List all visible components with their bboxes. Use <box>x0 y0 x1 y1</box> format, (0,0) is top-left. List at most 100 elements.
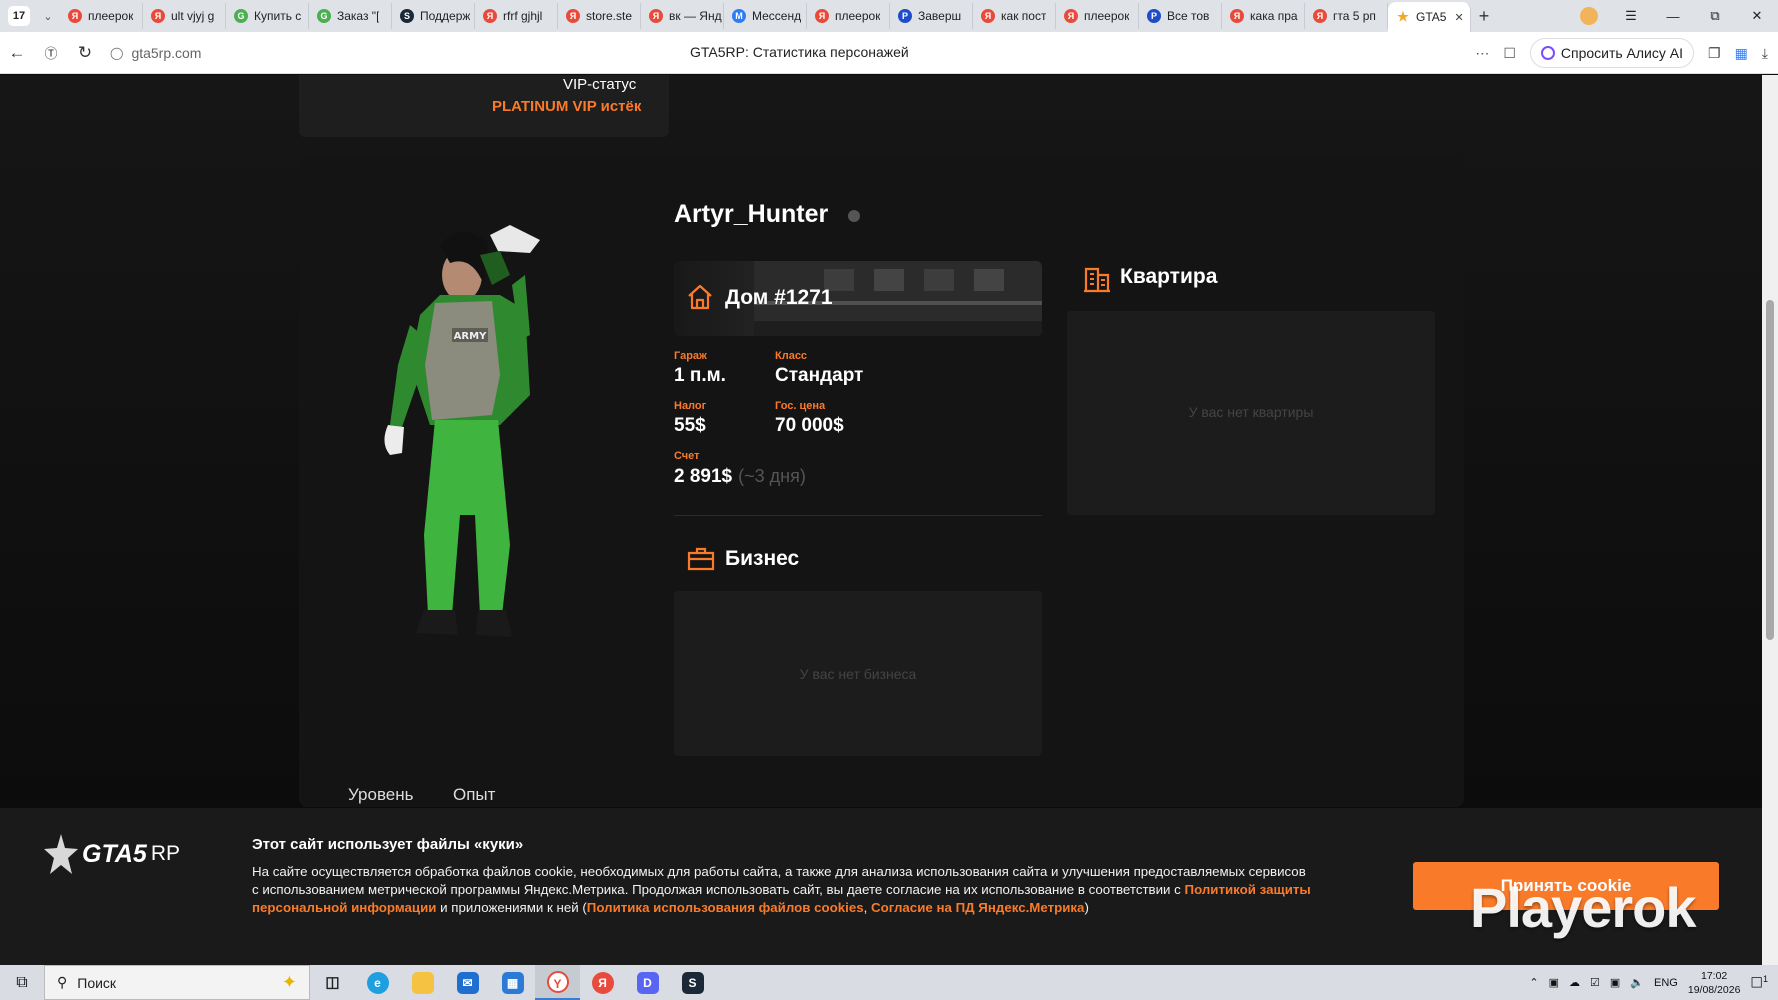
reload-icon[interactable]: ↻ <box>68 43 102 63</box>
alice-label: Спросить Алису AI <box>1560 45 1683 61</box>
tray-chevron-icon[interactable]: ⌃ <box>1529 976 1538 989</box>
cookie-text-3: , <box>863 900 872 915</box>
tab-item[interactable]: Явк — Янд <box>641 3 724 29</box>
online-status-indicator <box>848 210 860 222</box>
language-indicator[interactable]: ENG <box>1654 977 1678 989</box>
clock-date: 19/08/2026 <box>1687 983 1741 996</box>
site-info-icon[interactable]: ◯ <box>110 46 123 60</box>
file-explorer-icon[interactable] <box>400 965 445 1000</box>
playerok-watermark: Playerok <box>1470 876 1696 939</box>
browser-tab-bar: 17 ⌄ Яплеерок Яult vjyj g G Купить с G Заказ … <box>0 0 1778 32</box>
tab-item[interactable]: Яплеерок <box>807 3 890 29</box>
gta5rp-logo: GTA5 RP <box>44 834 180 874</box>
collections-icon[interactable]: ❐ <box>1708 45 1721 62</box>
tab-item[interactable]: Яплеерок <box>1056 3 1139 29</box>
tab-favicon-icon: Я <box>815 9 829 23</box>
new-tab-button[interactable]: + <box>1471 6 1497 27</box>
camera-icon[interactable]: ▣ <box>1549 976 1559 989</box>
clock[interactable]: 17:02 19/08/2026 <box>1688 969 1741 997</box>
tab-item[interactable]: Ягта 5 рп <box>1305 3 1388 29</box>
tab-favicon-icon: Я <box>483 9 497 23</box>
tab-title: плеерок <box>88 9 134 23</box>
back-arrow-icon[interactable]: ← <box>0 43 34 63</box>
tab-item[interactable]: Якак пост <box>973 3 1056 29</box>
notification-count: 1 <box>1762 973 1768 984</box>
yandex-browser-icon[interactable]: Y <box>535 965 580 1000</box>
volume-icon[interactable]: 🔈 <box>1630 976 1644 989</box>
tab-level[interactable]: Уровень <box>348 785 414 805</box>
downloads-icon[interactable]: ⤓ <box>1762 45 1768 62</box>
tab-favicon-icon: Я <box>68 9 82 23</box>
steam-icon[interactable]: S <box>670 965 715 1000</box>
tab-item[interactable]: Яплеерок <box>60 3 143 29</box>
tab-item[interactable]: G Заказ "[ <box>309 3 392 29</box>
tab-title: плеерок <box>1084 9 1130 23</box>
tab-item[interactable]: Яrfrf gjhjl <box>475 3 558 29</box>
url-field[interactable]: ◯ gta5rp.com <box>110 45 201 61</box>
yandex-icon[interactable]: Я <box>580 965 625 1000</box>
metrica-consent-link[interactable]: Согласие на ПД Яндекс.Метрика <box>871 900 1084 915</box>
mail-icon[interactable]: ✉ <box>445 965 490 1000</box>
network-icon[interactable]: ▣ <box>1610 976 1620 989</box>
tab-favicon-icon: Я <box>151 9 165 23</box>
extensions-icon[interactable]: ▦ <box>1735 45 1748 62</box>
bookmark-icon[interactable]: ☐ <box>1503 45 1516 62</box>
tab-title: GTA5 <box>1416 10 1447 24</box>
taskbar-search[interactable]: ⚲ Поиск ✦ <box>44 965 310 1000</box>
menu-icon[interactable]: ☰ <box>1610 8 1652 24</box>
tab-title: Поддерж <box>420 9 471 23</box>
tab-favicon-icon: M <box>732 9 746 23</box>
tab-item[interactable]: S Поддерж <box>392 3 475 29</box>
address-bar: ← Ⓣ ↻ ◯ gta5rp.com GTA5RP: Статистика пе… <box>0 32 1778 74</box>
minimize-icon[interactable]: — <box>1652 9 1694 24</box>
tab-item[interactable]: Яstore.ste <box>558 3 641 29</box>
tab-title: плеерок <box>835 9 881 23</box>
tab-item[interactable]: Якака пра <box>1222 3 1305 29</box>
account-row: 2 891$ (~3 дня) <box>674 466 806 488</box>
tab-item[interactable]: P Все тов <box>1139 3 1222 29</box>
tab-favicon-icon: G <box>234 9 248 23</box>
search-placeholder: Поиск <box>77 974 117 991</box>
tax-label: Налог <box>674 400 707 412</box>
tab-favicon-icon: P <box>898 9 912 23</box>
tab-count-badge[interactable]: 17 <box>8 6 30 26</box>
edge-icon[interactable]: e <box>355 965 400 1000</box>
more-options-icon[interactable]: ⋯ <box>1475 45 1489 62</box>
ask-alice-button[interactable]: Спросить Алису AI <box>1529 38 1694 68</box>
page-title: GTA5RP: Статистика персонажей <box>690 44 909 60</box>
tab-item[interactable]: G Купить с <box>226 3 309 29</box>
store-icon[interactable]: ▦ <box>490 965 535 1000</box>
tab-item[interactable]: Яult vjyj g <box>143 3 226 29</box>
windows-start-icon[interactable]: ⧉ <box>0 974 44 992</box>
cookies-policy-link[interactable]: Политика использования файлов cookies <box>587 900 864 915</box>
window-controls: ☰ — ⧉ ✕ <box>1568 0 1778 32</box>
tab-item[interactable]: M Мессенд <box>724 3 807 29</box>
close-window-icon[interactable]: ✕ <box>1736 8 1778 24</box>
apartment-title: Квартира <box>1120 265 1218 288</box>
scrollbar-thumb[interactable] <box>1766 300 1774 640</box>
account-label: Счет <box>674 450 700 462</box>
yandex-home-icon[interactable]: Ⓣ <box>34 43 68 62</box>
business-title: Бизнес <box>725 547 800 570</box>
profile-avatar-icon[interactable] <box>1568 7 1610 25</box>
cloud-icon[interactable]: ☁ <box>1569 976 1580 989</box>
address-bar-actions: ⋯ ☐ Спросить Алису AI ❐ ▦ ⤓ <box>1475 32 1778 74</box>
tab-list-chevron-icon[interactable]: ⌄ <box>36 10 60 23</box>
logo-rp: RP <box>150 842 181 865</box>
briefcase-icon <box>687 547 715 571</box>
house-title: Дом #1271 <box>725 286 833 309</box>
notifications-icon[interactable]: ☐1 <box>1750 974 1768 992</box>
tab-strip: Яплеерок Яult vjyj g G Купить с G Заказ "[S По… <box>60 3 1388 29</box>
tab-title: store.ste <box>586 9 633 23</box>
tab-active[interactable]: ★ GTA5 ✕ <box>1388 2 1471 32</box>
restore-icon[interactable]: ⧉ <box>1694 8 1736 24</box>
close-tab-icon[interactable]: ✕ <box>1454 11 1463 24</box>
tab-experience[interactable]: Опыт <box>453 785 495 805</box>
security-icon[interactable]: ☑ <box>1590 976 1600 989</box>
tab-title: Заказ "[ <box>337 9 380 23</box>
discord-icon[interactable]: D <box>625 965 670 1000</box>
task-view-icon[interactable]: ◫ <box>310 965 355 1000</box>
tab-item[interactable]: P Заверш <box>890 3 973 29</box>
tab-title: вк — Янд <box>669 9 722 23</box>
apartment-building-icon <box>1084 267 1110 293</box>
